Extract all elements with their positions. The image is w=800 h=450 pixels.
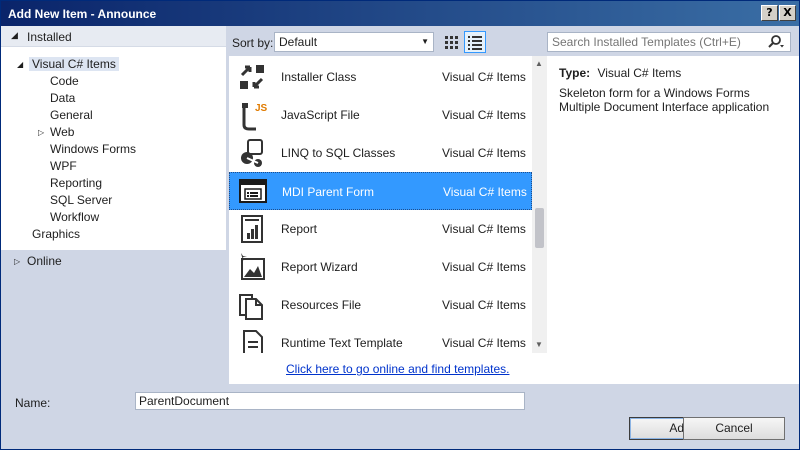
grid-view-button[interactable]	[440, 31, 462, 53]
mdi-form-icon	[239, 179, 267, 203]
online-link-bar: Click here to go online and find templat…	[229, 353, 547, 384]
add-new-item-dialog: Add New Item - Announce ? X ◢ Installed …	[0, 0, 800, 450]
text-template-icon	[243, 330, 263, 353]
template-row-report-wizard[interactable]: Report Wizard Visual C# Items	[229, 248, 532, 286]
template-language: Visual C# Items	[442, 298, 526, 312]
tree-item-code[interactable]: Code	[50, 73, 79, 90]
close-button[interactable]: X	[779, 5, 796, 21]
template-language: Visual C# Items	[442, 146, 526, 160]
tree-item-wpf[interactable]: WPF	[50, 158, 77, 175]
collapse-arrow-icon[interactable]: ◢	[11, 30, 18, 41]
template-name: Resources File	[281, 298, 362, 312]
search-input[interactable]	[548, 33, 762, 51]
name-input[interactable]	[135, 392, 525, 410]
list-view-button[interactable]	[464, 31, 486, 53]
tree-item-general[interactable]: General	[50, 107, 93, 124]
find-online-templates-link[interactable]: Click here to go online and find templat…	[286, 362, 509, 376]
detail-type-value: Visual C# Items	[597, 66, 682, 80]
installer-icon	[240, 65, 264, 89]
tree-item-windows-forms[interactable]: Windows Forms	[50, 141, 136, 158]
tree-header-installed[interactable]: ◢ Installed	[1, 26, 226, 47]
template-name: Report Wizard	[281, 260, 358, 274]
tree-item-data[interactable]: Data	[50, 90, 75, 107]
expanded-arrow-icon[interactable]: ◢	[17, 60, 23, 69]
template-language: Visual C# Items	[442, 222, 526, 236]
template-row-runtime-text-template[interactable]: Runtime Text Template Visual C# Items	[229, 324, 532, 353]
tree-item-visual-csharp-items[interactable]: Visual C# Items	[29, 56, 119, 73]
tree-item-label: Visual C# Items	[29, 57, 119, 71]
detail-type: Type: Visual C# Items	[559, 66, 681, 80]
resources-file-icon	[239, 294, 263, 320]
report-icon	[241, 215, 263, 243]
collapsed-arrow-icon[interactable]: ▷	[38, 128, 44, 137]
template-row-resources-file[interactable]: Resources File Visual C# Items	[229, 286, 532, 324]
online-section: ▷ Online	[1, 250, 226, 384]
tree-item-label: General	[50, 108, 93, 122]
template-language: Visual C# Items	[443, 185, 527, 199]
dropdown-arrow-icon: ▼	[421, 37, 429, 46]
tree-item-workflow[interactable]: Workflow	[50, 209, 99, 226]
template-language: Visual C# Items	[442, 108, 526, 122]
sort-label: Sort by:	[232, 36, 274, 50]
linq-icon	[241, 139, 263, 167]
template-name: Report	[281, 222, 318, 236]
template-list: Installer Class Visual C# Items JS JavaS…	[229, 56, 532, 353]
name-label: Name:	[15, 396, 51, 410]
template-row-report[interactable]: Report Visual C# Items	[229, 210, 532, 248]
template-name: Installer Class	[281, 70, 357, 84]
sort-toolbar: Sort by: Default ▼	[226, 26, 545, 56]
tree-item-label: Code	[50, 74, 79, 88]
template-row-javascript-file[interactable]: JS JavaScript File Visual C# Items	[229, 96, 532, 134]
grid-view-icon	[445, 36, 458, 49]
template-row-mdi-parent-form[interactable]: MDI Parent Form Visual C# Items	[229, 172, 532, 210]
tree-item-label: Reporting	[50, 176, 103, 190]
template-name: Runtime Text Template	[281, 336, 403, 350]
template-list-scrollbar[interactable]: ▲ ▼	[532, 56, 547, 353]
tree-item-label: Web	[50, 125, 75, 139]
template-language: Visual C# Items	[442, 336, 526, 350]
tree-item-label: Graphics	[32, 227, 81, 241]
title-bar: Add New Item - Announce ? X	[1, 1, 799, 26]
tree-item-label: WPF	[50, 159, 77, 173]
category-tree: ◢ Installed ◢ Visual C# Items Code Data …	[1, 26, 226, 384]
tree-item-label: SQL Server	[50, 193, 113, 207]
scroll-thumb[interactable]	[535, 208, 544, 248]
name-and-actions: Name: Add Cancel	[1, 384, 799, 449]
template-name: LINQ to SQL Classes	[281, 146, 396, 160]
tree-item-label: Data	[50, 91, 76, 105]
detail-type-label: Type:	[559, 66, 591, 80]
js-badge: JS	[255, 103, 268, 114]
template-language: Visual C# Items	[442, 260, 526, 274]
sort-dropdown[interactable]: Default ▼	[274, 32, 434, 52]
template-row-installer-class[interactable]: Installer Class Visual C# Items	[229, 58, 532, 96]
installed-label: Installed	[27, 30, 72, 44]
javascript-file-icon: JS	[242, 103, 268, 131]
cancel-button[interactable]: Cancel	[683, 417, 785, 440]
report-wizard-icon	[238, 253, 265, 280]
detail-description: Skeleton form for a Windows Forms Multip…	[559, 86, 770, 114]
tree-item-label: Windows Forms	[50, 142, 137, 156]
search-icon[interactable]	[767, 34, 785, 50]
tree-item-online[interactable]: Online	[27, 253, 62, 270]
template-language: Visual C# Items	[442, 70, 526, 84]
scroll-up-arrow-icon[interactable]: ▲	[535, 59, 543, 68]
list-view-icon	[468, 36, 482, 50]
help-button[interactable]: ?	[761, 5, 778, 21]
scroll-down-arrow-icon[interactable]: ▼	[535, 340, 543, 349]
template-name: JavaScript File	[281, 108, 360, 122]
tree-item-web[interactable]: Web	[50, 124, 74, 141]
sort-value: Default	[279, 35, 318, 49]
tree-item-label: Online	[27, 254, 62, 268]
search-box	[547, 32, 791, 52]
window-title: Add New Item - Announce	[8, 7, 157, 21]
tree-item-reporting[interactable]: Reporting	[50, 175, 102, 192]
tree-item-label: Workflow	[50, 210, 100, 224]
collapsed-arrow-icon[interactable]: ▷	[14, 257, 20, 266]
tree-item-sql-server[interactable]: SQL Server	[50, 192, 112, 209]
tree-item-graphics[interactable]: Graphics	[32, 226, 80, 243]
template-name: MDI Parent Form	[282, 185, 375, 199]
template-detail-panel: Type: Visual C# Items Skeleton form for …	[547, 56, 799, 384]
template-row-linq-to-sql-classes[interactable]: LINQ to SQL Classes Visual C# Items	[229, 134, 532, 172]
